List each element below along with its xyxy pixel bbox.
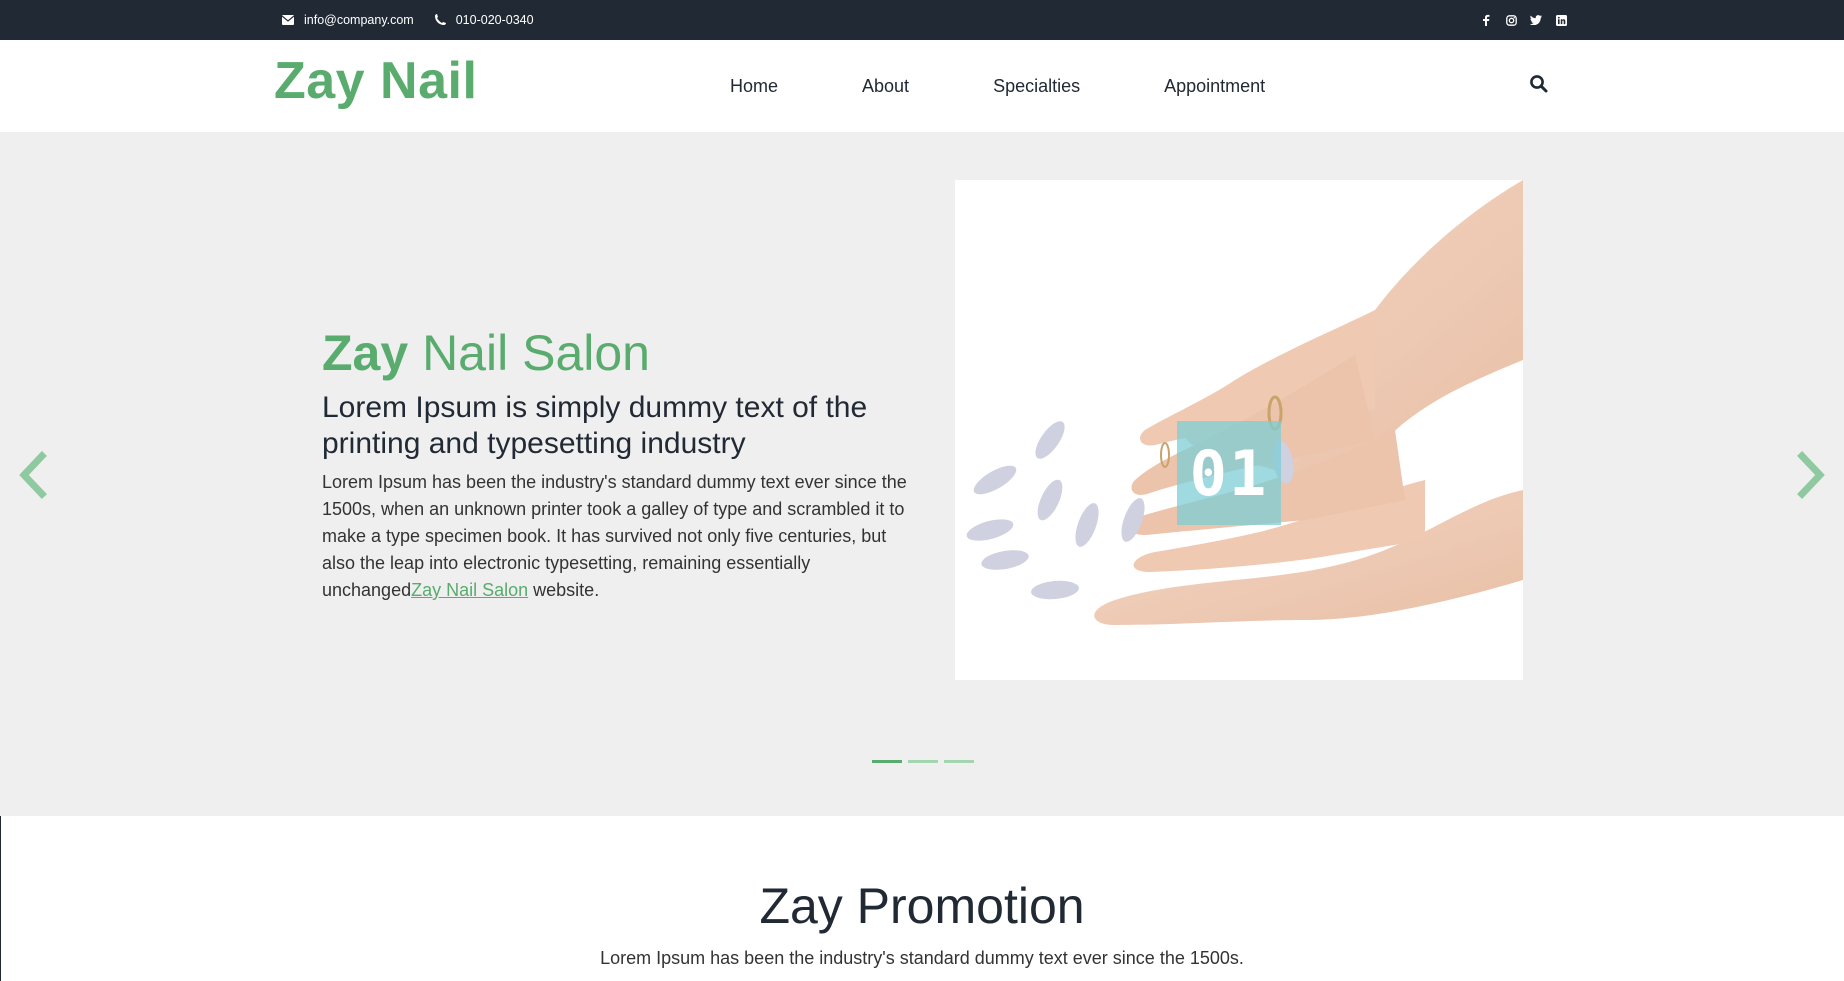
main-nav: Home About Specialties Appointment: [730, 40, 1265, 132]
hero-description: Lorem Ipsum has been the industry's stan…: [322, 469, 912, 604]
facebook-icon[interactable]: [1480, 14, 1492, 26]
carousel-indicator-2[interactable]: [908, 760, 938, 763]
carousel-next-button[interactable]: [1794, 450, 1828, 500]
phone-icon: [434, 14, 446, 26]
top-info-bar: info@company.com 010-020-0340: [0, 0, 1844, 40]
phone-contact[interactable]: 010-020-0340: [434, 13, 534, 27]
chevron-right-icon: [1797, 451, 1825, 499]
contact-info: info@company.com 010-020-0340: [282, 0, 546, 40]
nav-item-home[interactable]: Home: [730, 76, 778, 97]
hero-body-end: website.: [528, 580, 600, 600]
slide-number-badge: 01: [1177, 421, 1281, 525]
email-contact[interactable]: info@company.com: [282, 13, 414, 27]
hero-salon-link[interactable]: Zay Nail Salon: [411, 580, 528, 600]
carousel-indicators: [872, 760, 974, 763]
hero-title-light: Nail Salon: [408, 325, 650, 381]
main-navbar: Zay Nail Home About Specialties Appointm…: [0, 40, 1844, 132]
nav-item-about[interactable]: About: [862, 76, 909, 97]
promotion-text: Lorem Ipsum has been the industry's stan…: [600, 948, 1244, 968]
carousel-indicator-3[interactable]: [944, 760, 974, 763]
phone-text[interactable]: 010-020-0340: [456, 13, 534, 27]
brand-logo[interactable]: Zay Nail: [274, 50, 477, 112]
instagram-icon[interactable]: [1505, 14, 1517, 26]
carousel-prev-button[interactable]: [16, 450, 50, 500]
hero-subtitle: Lorem Ipsum is simply dummy text of the …: [322, 391, 868, 460]
envelope-icon: [282, 15, 294, 25]
hero-body-text: Lorem Ipsum has been the industry's stan…: [322, 472, 907, 600]
social-links: [1480, 0, 1567, 40]
nav-item-specialties[interactable]: Specialties: [993, 76, 1080, 97]
hero-title-bold: Zay: [322, 325, 409, 381]
carousel-indicator-1[interactable]: [872, 760, 902, 763]
nav-item-appointment[interactable]: Appointment: [1164, 76, 1265, 97]
hero-title: Zay Nail Salon: [322, 323, 650, 383]
promotion-title: Zay Promotion: [759, 878, 1085, 934]
chevron-left-icon: [19, 451, 47, 499]
linkedin-icon[interactable]: [1555, 14, 1567, 26]
email-text[interactable]: info@company.com: [304, 13, 414, 27]
twitter-icon[interactable]: [1530, 14, 1542, 26]
search-icon[interactable]: [1529, 74, 1549, 94]
hero-carousel: Zay Nail Salon Lorem Ipsum is simply dum…: [0, 132, 1844, 816]
